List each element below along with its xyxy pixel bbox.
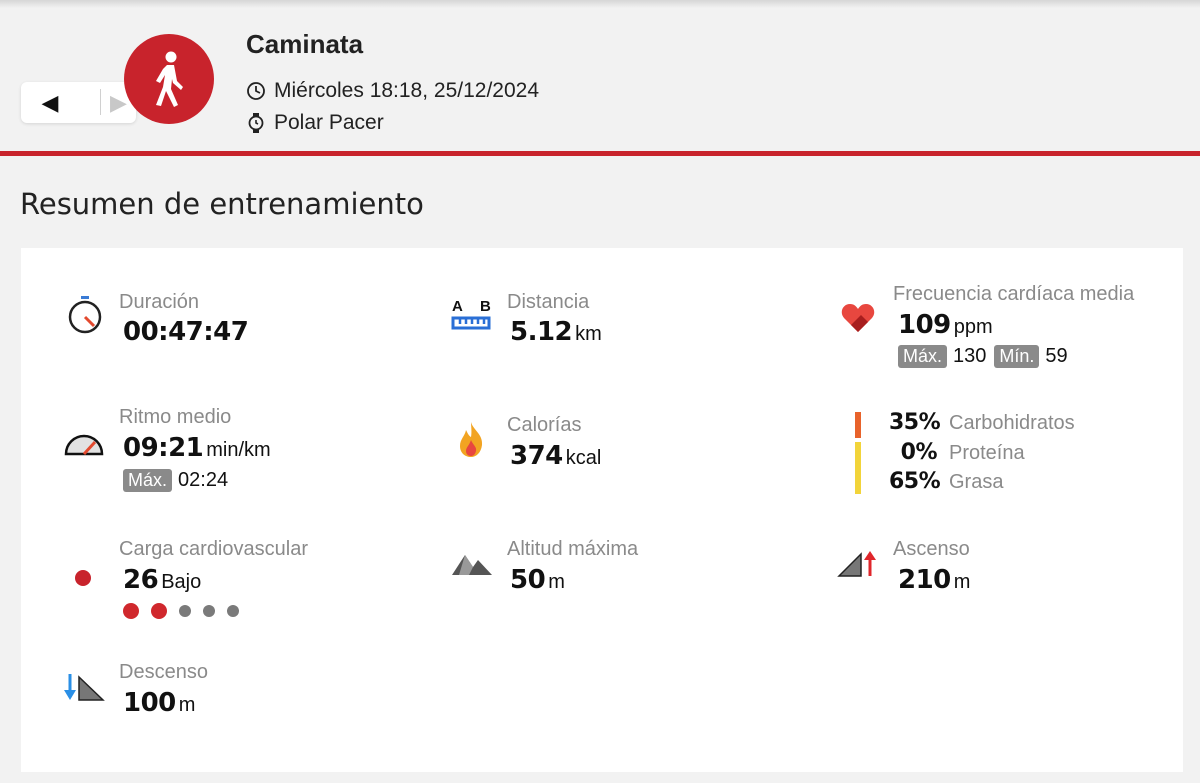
hr-max-badge: Máx. <box>898 345 948 368</box>
carbs-row: 35% Carbohidratos <box>889 410 1075 435</box>
descent-unit: m <box>178 694 196 716</box>
max-altitude-label: Altitud máxima <box>507 538 639 560</box>
descent-label: Descenso <box>119 661 208 683</box>
duration-label: Duración <box>119 291 200 313</box>
pace-label: Ritmo medio <box>119 406 232 428</box>
watch-icon <box>248 113 264 133</box>
distance-ab-icon: A B <box>451 298 491 330</box>
ascent-unit: m <box>953 571 971 593</box>
pace-value: 09:21 min/km <box>123 433 271 463</box>
distance-value: 5.12 km <box>510 317 602 347</box>
cardio-load-value: 26 Bajo <box>123 565 201 595</box>
pace-unit: min/km <box>206 439 271 461</box>
heart-rate-number: 109 <box>898 310 951 340</box>
carbs-label: Carbohidratos <box>949 412 1075 434</box>
flame-icon <box>460 422 483 457</box>
previous-session-button[interactable]: ◀ <box>21 82 79 123</box>
cardio-load-dot-empty <box>227 605 239 617</box>
cardio-load-dot-empty <box>179 605 191 617</box>
carbs-bar <box>855 412 861 438</box>
pace-number: 09:21 <box>123 433 204 463</box>
cardio-load-dot-filled <box>151 603 167 619</box>
heart-rate-range: Máx. 130 Mín. 59 <box>898 345 1076 368</box>
pace-max-value: 02:24 <box>178 469 229 491</box>
distance-unit: km <box>575 323 602 345</box>
session-title: Caminata <box>246 29 364 59</box>
cardio-load-level: Bajo <box>161 571 202 593</box>
hr-min-value: 59 <box>1045 345 1068 367</box>
clock-icon <box>247 82 265 100</box>
distance-icon-a: A <box>452 298 463 315</box>
calories-label: Calorías <box>507 414 582 436</box>
protein-percent: 0% <box>900 440 938 465</box>
training-summary-card: Duración 00:47:47 A B Distancia 5.12 km F… <box>21 248 1183 772</box>
speedometer-icon <box>64 434 104 456</box>
calories-number: 374 <box>510 441 563 471</box>
duration-number: 00:47:47 <box>123 317 249 347</box>
session-datetime: Miércoles 18:18, 25/12/2024 <box>246 79 539 103</box>
cardio-load-label: Carga cardiovascular <box>119 538 308 560</box>
device-text: Polar Pacer <box>274 111 384 134</box>
max-altitude-unit: m <box>548 571 565 593</box>
cardio-load-dot-icon <box>75 570 91 586</box>
descent-icon <box>64 674 105 701</box>
mountain-icon <box>452 555 492 575</box>
calories-unit: kcal <box>565 447 602 469</box>
ascent-value: 210 m <box>898 565 970 595</box>
header-accent-line <box>0 151 1200 156</box>
ascent-icon <box>837 551 876 577</box>
cardio-load-dot-filled <box>123 603 139 619</box>
fat-row: 65% Grasa <box>889 469 1003 494</box>
walking-sport-icon <box>124 34 214 124</box>
distance-label: Distancia <box>507 291 590 313</box>
cardio-load-number: 26 <box>123 565 159 595</box>
descent-value: 100 m <box>123 688 195 718</box>
distance-number: 5.12 <box>510 317 573 347</box>
calories-value: 374 kcal <box>510 441 601 471</box>
datetime-text: Miércoles 18:18, 25/12/2024 <box>274 79 540 102</box>
stopwatch-icon <box>68 296 102 334</box>
hr-max-value: 130 <box>953 345 987 367</box>
session-device: Polar Pacer <box>246 111 384 135</box>
cardio-load-scale <box>123 603 251 619</box>
ascent-label: Ascenso <box>893 538 970 560</box>
fat-label: Grasa <box>949 471 1004 493</box>
pace-max-badge: Máx. <box>123 469 173 492</box>
section-title: Resumen de entrenamiento <box>20 187 424 221</box>
distance-icon-b: B <box>480 298 491 315</box>
protein-row: 0% Proteína <box>889 440 1025 465</box>
session-navigation: ◀ ▶ <box>21 82 136 123</box>
fat-bar <box>855 442 861 494</box>
cardio-load-dot-empty <box>203 605 215 617</box>
carbs-percent: 35% <box>889 410 941 435</box>
duration-value: 00:47:47 <box>123 317 249 347</box>
walking-person-icon <box>156 51 183 107</box>
pace-max: Máx. 02:24 <box>123 469 236 492</box>
fat-percent: 65% <box>889 469 941 494</box>
heart-rate-unit: ppm <box>953 316 993 338</box>
top-shadow <box>0 0 1200 8</box>
heart-icon <box>841 304 875 332</box>
max-altitude-value: 50 m <box>510 565 565 595</box>
heart-rate-label: Frecuencia cardíaca media <box>893 283 1135 305</box>
protein-label: Proteína <box>949 442 1025 464</box>
session-header: ◀ ▶ Caminata Miércoles 18:18, 25/12/2024… <box>0 0 1200 152</box>
descent-number: 100 <box>123 688 176 718</box>
ascent-number: 210 <box>898 565 951 595</box>
hr-min-badge: Mín. <box>994 345 1040 368</box>
heart-rate-value: 109 ppm <box>898 310 993 340</box>
max-altitude-number: 50 <box>510 565 546 595</box>
